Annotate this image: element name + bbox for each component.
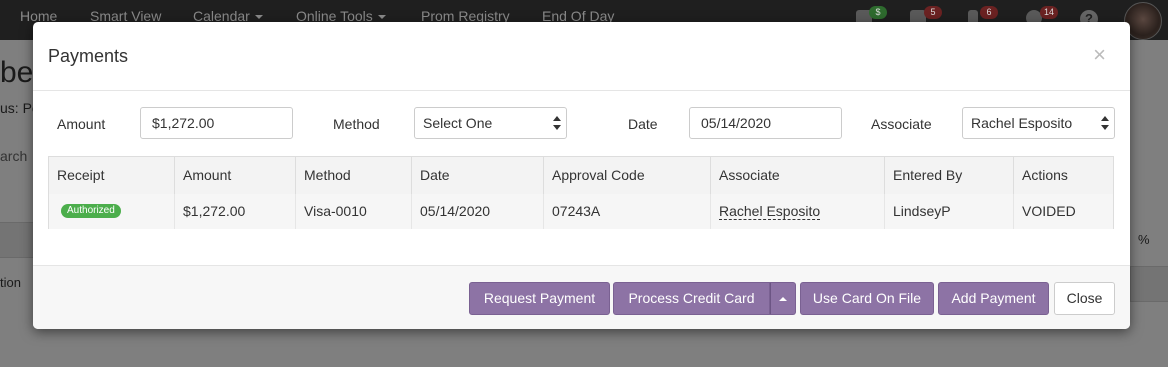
payments-table: Receipt Amount Method Date Approval Code… — [48, 156, 1114, 229]
use-card-on-file-button[interactable]: Use Card On File — [800, 282, 934, 315]
method-cell: Visa-0010 — [296, 194, 412, 229]
process-credit-card-dropdown-toggle[interactable] — [770, 282, 796, 315]
column-header-amount: Amount — [175, 157, 296, 194]
select-arrows-icon — [1101, 116, 1109, 130]
close-icon[interactable]: × — [1093, 44, 1106, 66]
alterations-badge: 5 — [924, 6, 942, 19]
table-row: Authorized $1,272.00 Visa-0010 05/14/202… — [49, 194, 1113, 229]
method-select-value: Select One — [423, 115, 493, 131]
associate-cell: Rachel Esposito — [711, 194, 885, 229]
status-badge: Authorized — [61, 204, 121, 219]
associate-select-value: Rachel Esposito — [971, 115, 1073, 131]
amount-cell: $1,272.00 — [175, 194, 296, 229]
column-header-approval-code: Approval Code — [544, 157, 711, 194]
request-payment-button[interactable]: Request Payment — [469, 282, 610, 315]
search-fragment: arch — [0, 148, 28, 164]
messages-badge: 14 — [1040, 6, 1058, 19]
method-select[interactable]: Select One — [414, 107, 567, 139]
action-fragment: tion — [0, 275, 21, 290]
actions-cell: VOIDED — [1022, 203, 1076, 219]
associate-link[interactable]: Rachel Esposito — [719, 203, 821, 220]
modal-footer: Request Payment Process Credit Card Use … — [33, 265, 1130, 329]
amount-input[interactable]: $1,272.00 — [140, 107, 293, 139]
chevron-down-icon — [377, 15, 386, 20]
chevron-down-icon — [254, 15, 263, 20]
column-header-date: Date — [412, 157, 544, 194]
close-button[interactable]: Close — [1054, 282, 1115, 315]
associate-select[interactable]: Rachel Esposito — [962, 107, 1115, 139]
modal-title: Payments — [48, 46, 129, 66]
approval-code-cell: 07243A — [544, 194, 711, 229]
register-badge: $ — [869, 6, 887, 19]
select-arrows-icon — [553, 116, 561, 130]
payments-modal: Payments × Amount $1,272.00 Method Selec… — [33, 22, 1130, 329]
column-header-method: Method — [296, 157, 412, 194]
modal-header: Payments × — [33, 22, 1130, 91]
entered-by-cell: LindseyP — [885, 194, 1014, 229]
date-cell: 05/14/2020 — [412, 194, 544, 229]
date-input[interactable]: 05/14/2020 — [689, 107, 842, 139]
add-payment-button[interactable]: Add Payment — [938, 282, 1049, 315]
column-header-entered-by: Entered By — [885, 157, 1014, 194]
table-header-row: Receipt Amount Method Date Approval Code… — [49, 157, 1113, 195]
column-header-receipt: Receipt — [49, 157, 175, 194]
background-input — [1130, 266, 1168, 302]
column-header-associate: Associate — [711, 157, 885, 194]
column-header-actions: Actions — [1022, 167, 1068, 183]
percent-fragment: % — [1138, 232, 1150, 247]
caret-up-icon — [779, 297, 787, 302]
associate-label: Associate — [871, 116, 932, 132]
date-label: Date — [628, 116, 658, 132]
receipt-cell: Authorized — [49, 194, 175, 229]
phone-badge: 6 — [980, 6, 998, 19]
amount-label: Amount — [57, 116, 106, 132]
method-label: Method — [333, 116, 380, 132]
process-credit-card-button[interactable]: Process Credit Card — [613, 282, 770, 315]
